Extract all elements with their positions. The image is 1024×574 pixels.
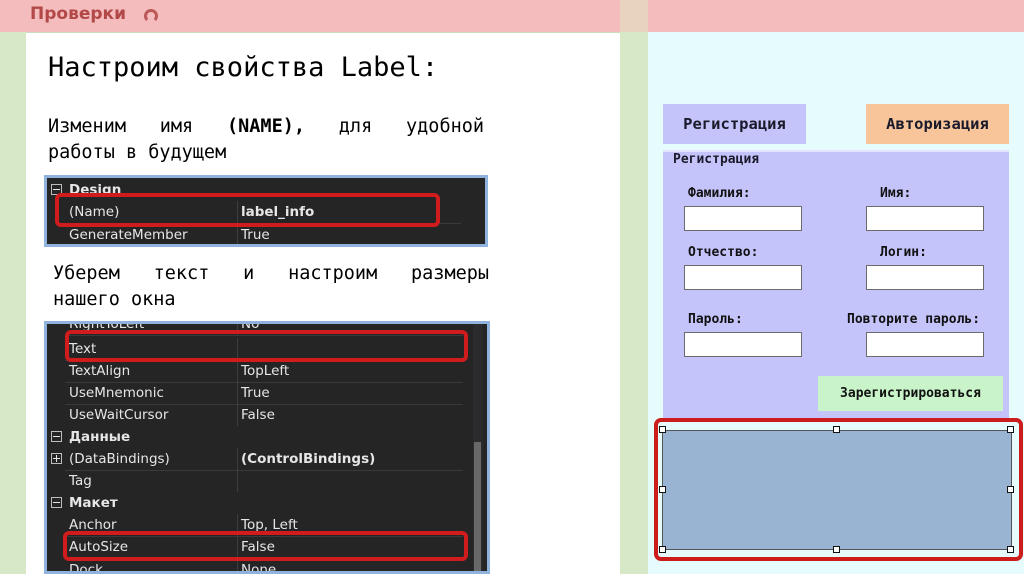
property-name: Dock bbox=[69, 562, 103, 574]
highlight-label-control bbox=[654, 418, 1023, 561]
column-separator bbox=[237, 559, 238, 571]
resize-handle-se[interactable] bbox=[1007, 546, 1014, 553]
column-separator bbox=[237, 360, 238, 382]
word: размеры bbox=[411, 263, 489, 284]
category-row-data[interactable]: Данные bbox=[47, 426, 487, 448]
resize-handle-n[interactable] bbox=[833, 426, 840, 433]
center-decor-strip bbox=[620, 0, 648, 574]
headset-icon bbox=[144, 9, 158, 23]
instruction-text-size: Уберем текст и настроим размеры нашего о… bbox=[53, 261, 489, 313]
instruction-rename: Изменим имя (NAME), для удобной работы в… bbox=[48, 114, 484, 166]
property-name: GenerateMember bbox=[69, 227, 188, 243]
divider bbox=[26, 32, 620, 33]
property-value[interactable]: (ControlBindings) bbox=[241, 451, 375, 467]
resize-handle-s[interactable] bbox=[833, 546, 840, 553]
property-row-textalign[interactable]: TextAlign TopLeft bbox=[47, 360, 487, 382]
property-value[interactable]: True bbox=[241, 227, 270, 243]
word: Изменим bbox=[48, 116, 126, 137]
property-value[interactable]: False bbox=[241, 407, 275, 423]
password-label: Пароль: bbox=[688, 312, 743, 327]
login-field[interactable] bbox=[866, 265, 984, 290]
text-line: нашего окна bbox=[53, 289, 176, 310]
category-row-layout[interactable]: Макет bbox=[47, 492, 487, 514]
register-button[interactable]: Зарегистрироваться bbox=[818, 376, 1003, 411]
word: настроим bbox=[288, 263, 378, 284]
property-value[interactable]: None bbox=[241, 562, 276, 571]
name-label: Имя: bbox=[880, 186, 912, 201]
word: текст bbox=[153, 263, 210, 284]
resize-handle-sw[interactable] bbox=[659, 546, 666, 553]
property-name: UseMnemonic bbox=[69, 385, 164, 401]
highlight-name-row bbox=[55, 193, 440, 227]
property-row-dock[interactable]: Dock None bbox=[47, 559, 487, 574]
repeat-password-label: Повторите пароль: bbox=[847, 312, 981, 327]
property-value[interactable]: TopLeft bbox=[241, 363, 289, 379]
collapse-icon[interactable] bbox=[51, 497, 62, 508]
word: для bbox=[338, 116, 373, 137]
slide-section-title: Проверки bbox=[30, 4, 126, 24]
group-title: Регистрация bbox=[673, 152, 760, 167]
property-row-generatemember[interactable]: GenerateMember True bbox=[47, 224, 485, 244]
property-row-usewaitcursor[interactable]: UseWaitCursor False bbox=[47, 404, 487, 426]
property-name: UseWaitCursor bbox=[69, 407, 169, 423]
property-row-tag[interactable]: Tag bbox=[47, 470, 487, 492]
category-label: Макет bbox=[69, 495, 118, 511]
surname-label: Фамилия: bbox=[688, 186, 751, 201]
column-separator bbox=[237, 404, 238, 426]
expand-icon[interactable] bbox=[51, 453, 62, 464]
tab-registration[interactable]: Регистрация bbox=[663, 104, 806, 144]
column-separator bbox=[237, 224, 238, 244]
property-value[interactable]: True bbox=[241, 385, 270, 401]
tab-authorization[interactable]: Авторизация bbox=[866, 104, 1009, 144]
highlight-autosize-row bbox=[63, 531, 468, 561]
text-line: работы в будущем bbox=[48, 142, 227, 163]
left-decor-strip bbox=[0, 32, 26, 574]
surname-field[interactable] bbox=[684, 206, 802, 231]
password-field[interactable] bbox=[684, 332, 802, 357]
login-label: Логин: bbox=[880, 245, 927, 260]
resize-handle-e[interactable] bbox=[1007, 486, 1014, 493]
name-field[interactable] bbox=[866, 206, 984, 231]
property-name: (DataBindings) bbox=[69, 451, 170, 467]
column-separator bbox=[237, 448, 238, 470]
property-name: Tag bbox=[69, 473, 92, 489]
resize-handle-ne[interactable] bbox=[1007, 426, 1014, 433]
column-separator bbox=[237, 470, 238, 492]
property-row-databindings[interactable]: (DataBindings) (ControlBindings) bbox=[47, 448, 487, 470]
slide-heading: Настроим свойства Label: bbox=[48, 52, 439, 83]
resize-handle-nw[interactable] bbox=[659, 426, 666, 433]
word: и bbox=[243, 263, 255, 284]
slide: Проверки Настроим свойства Label: Измени… bbox=[0, 0, 1024, 574]
center-decor-strip-top bbox=[620, 0, 648, 32]
repeat-password-field[interactable] bbox=[866, 332, 984, 357]
patronymic-label: Отчество: bbox=[688, 245, 759, 260]
word: удобной bbox=[406, 116, 484, 137]
resize-handle-w[interactable] bbox=[659, 486, 666, 493]
category-label: Данные bbox=[69, 429, 131, 445]
column-separator bbox=[237, 382, 238, 404]
property-row-usemnemonic[interactable]: UseMnemonic True bbox=[47, 382, 487, 404]
highlight-text-row bbox=[65, 330, 468, 362]
word: имя bbox=[159, 116, 194, 137]
property-name: TextAlign bbox=[69, 363, 131, 379]
patronymic-field[interactable] bbox=[684, 265, 802, 290]
collapse-icon[interactable] bbox=[51, 431, 62, 442]
word-bold: (NAME), bbox=[227, 116, 305, 137]
word: Уберем bbox=[53, 263, 120, 284]
